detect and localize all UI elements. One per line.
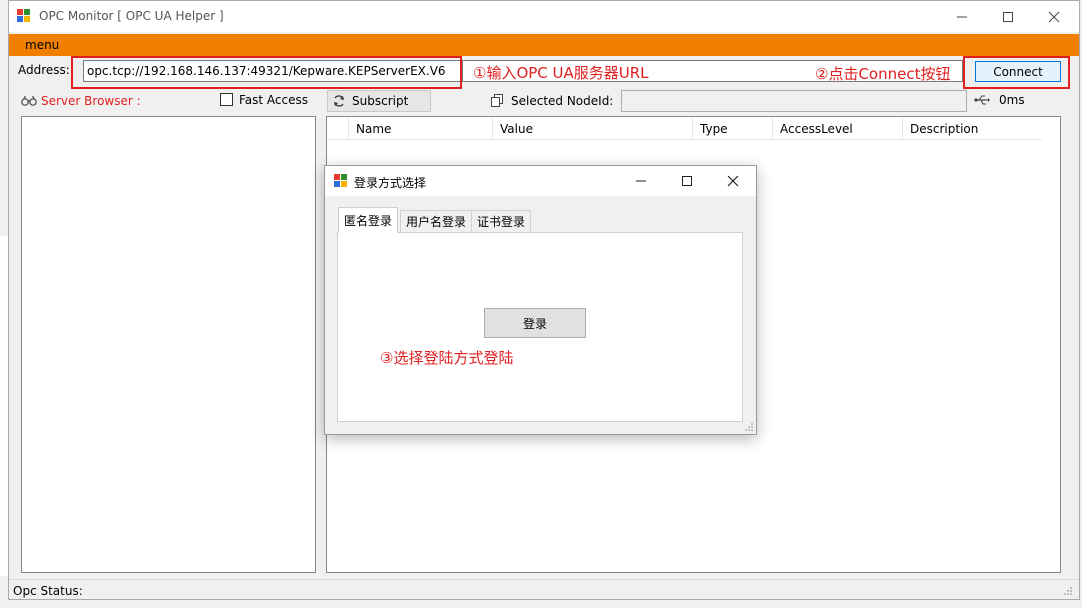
dialog-app-icon — [334, 174, 347, 187]
close-icon — [1048, 11, 1060, 22]
menu-item[interactable]: menu — [25, 38, 59, 52]
annotation-frame-address — [71, 56, 462, 89]
latency-label: 0ms — [999, 93, 1025, 107]
window-title: OPC Monitor [ OPC UA Helper ] — [39, 9, 224, 23]
menu-bar: menu — [9, 34, 1079, 56]
column-header-description[interactable]: Description — [910, 122, 978, 136]
dialog-body: 匿名登录 用户名登录 证书登录 登录 ③选择登陆方式登陆 — [325, 196, 756, 434]
resize-grip-icon[interactable] — [1063, 586, 1073, 596]
close-button[interactable] — [1031, 1, 1077, 32]
annotation-frame-connect — [963, 56, 1070, 89]
column-header-value[interactable]: Value — [500, 122, 533, 136]
close-icon — [727, 175, 739, 187]
login-button[interactable]: 登录 — [484, 308, 586, 338]
annotation-step1: ①输入OPC UA服务器URL — [473, 64, 649, 82]
tab-username-login[interactable]: 用户名登录 — [400, 210, 473, 232]
dialog-close-button[interactable] — [710, 166, 756, 196]
tab-certificate-login[interactable]: 证书登录 — [471, 210, 532, 232]
status-bar: Opc Status: — [9, 579, 1079, 599]
login-dialog: 登录方式选择 匿名登录 用户名登录 证书登录 登录 ③选择登陆方式登陆 — [324, 165, 757, 435]
minimize-icon — [957, 16, 967, 17]
minimize-button[interactable] — [939, 1, 985, 32]
minimize-icon — [636, 180, 646, 182]
grid-header: Name Value Type AccessLevel Description — [328, 118, 1042, 140]
server-browser-label: Server Browser : — [41, 94, 141, 108]
tab-page-anonymous: 登录 ③选择登陆方式登陆 — [337, 232, 743, 422]
maximize-icon — [1003, 11, 1013, 22]
dialog-resize-grip-icon[interactable] — [744, 422, 754, 432]
dialog-minimize-button[interactable] — [618, 166, 664, 196]
app-icon — [17, 9, 30, 22]
maximize-icon — [682, 176, 692, 186]
title-bar: OPC Monitor [ OPC UA Helper ] — [9, 1, 1079, 32]
usb-icon — [974, 95, 990, 105]
annotation-step2: ②点击Connect按钮 — [815, 65, 951, 83]
refresh-icon — [334, 95, 344, 107]
address-label: Address: — [18, 63, 70, 77]
copy-icon[interactable] — [491, 94, 503, 107]
column-header-name[interactable]: Name — [356, 122, 391, 136]
selected-nodeid-field[interactable] — [621, 90, 967, 112]
annotation-step3: ③选择登陆方式登陆 — [380, 349, 514, 367]
subscript-label: Subscript — [352, 94, 409, 108]
column-header-type[interactable]: Type — [700, 122, 728, 136]
subscript-button[interactable]: Subscript — [327, 90, 431, 112]
fast-access-label: Fast Access — [239, 93, 309, 107]
maximize-button[interactable] — [985, 1, 1031, 32]
column-header-accesslevel[interactable]: AccessLevel — [780, 122, 853, 136]
dialog-title: 登录方式选择 — [354, 176, 427, 190]
dialog-title-bar: 登录方式选择 — [325, 166, 756, 196]
fast-access-checkbox[interactable] — [220, 93, 233, 106]
selected-nodeid-label: Selected NodeId: — [511, 94, 614, 108]
tab-anonymous-login[interactable]: 匿名登录 — [338, 207, 399, 233]
dialog-maximize-button[interactable] — [664, 166, 710, 196]
opc-status-label: Opc Status: — [13, 584, 83, 598]
server-browser-tree[interactable] — [21, 116, 316, 573]
binoculars-icon — [21, 95, 37, 106]
